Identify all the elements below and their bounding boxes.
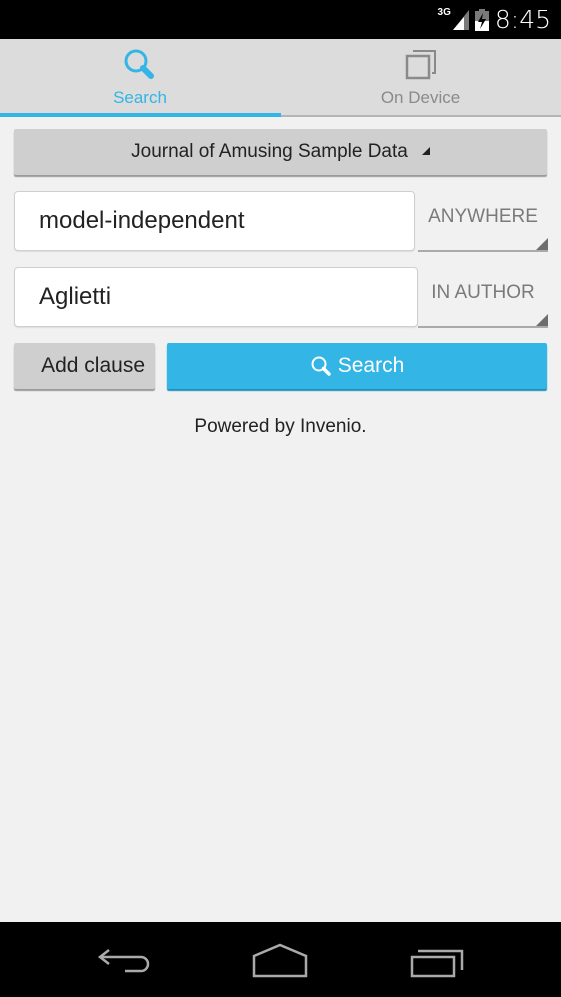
- search-button-label: Search: [337, 354, 405, 377]
- search-icon: [311, 356, 331, 376]
- clause-1-scope-spinner[interactable]: ANYWHERE: [418, 190, 548, 252]
- clock: 8:45: [494, 5, 551, 34]
- status-bar: 3G 8:45: [0, 0, 561, 39]
- status-icons: 3G 8:45: [438, 0, 551, 39]
- battery-charging-icon: [474, 8, 489, 31]
- powered-by-text: Powered by Invenio.: [194, 416, 367, 437]
- tab-search-label: Search: [113, 88, 167, 107]
- collection-label: Journal of Amusing Sample Data: [131, 141, 408, 162]
- spinner-corner-icon: [536, 314, 548, 326]
- spinner-corner-icon: [536, 238, 548, 250]
- search-icon: [124, 49, 154, 79]
- dropdown-triangle-icon: [421, 147, 430, 155]
- back-icon[interactable]: [95, 940, 155, 980]
- clause-1-scope: ANYWHERE: [428, 206, 538, 227]
- clause-2-scope: IN AUTHOR: [431, 282, 535, 303]
- selected-tab-indicator: [0, 113, 281, 117]
- clause-2-scope-spinner[interactable]: IN AUTHOR: [418, 266, 548, 328]
- copy-icon: [405, 50, 436, 80]
- recent-apps-icon[interactable]: [406, 940, 470, 980]
- tab-search[interactable]: Search: [0, 39, 280, 117]
- clause-2-input[interactable]: [15, 268, 417, 326]
- network-type: 3G: [437, 7, 451, 18]
- clause-1-field[interactable]: [14, 191, 415, 251]
- collection-selector[interactable]: Journal of Amusing Sample Data: [14, 129, 547, 175]
- home-icon[interactable]: [248, 940, 312, 980]
- tab-baseline: [281, 115, 561, 117]
- tab-on-device[interactable]: On Device: [280, 39, 561, 117]
- search-button[interactable]: Search: [167, 343, 547, 389]
- add-clause-label: Add clause: [41, 354, 145, 377]
- signal-icon: [452, 9, 469, 30]
- clause-1-input[interactable]: [15, 192, 414, 250]
- tab-bar: Search On Device: [0, 39, 561, 117]
- add-clause-button[interactable]: Add clause: [14, 343, 155, 389]
- tab-on-device-label: On Device: [380, 88, 461, 107]
- clause-2-field[interactable]: [14, 267, 418, 327]
- navigation-bar: [0, 922, 561, 997]
